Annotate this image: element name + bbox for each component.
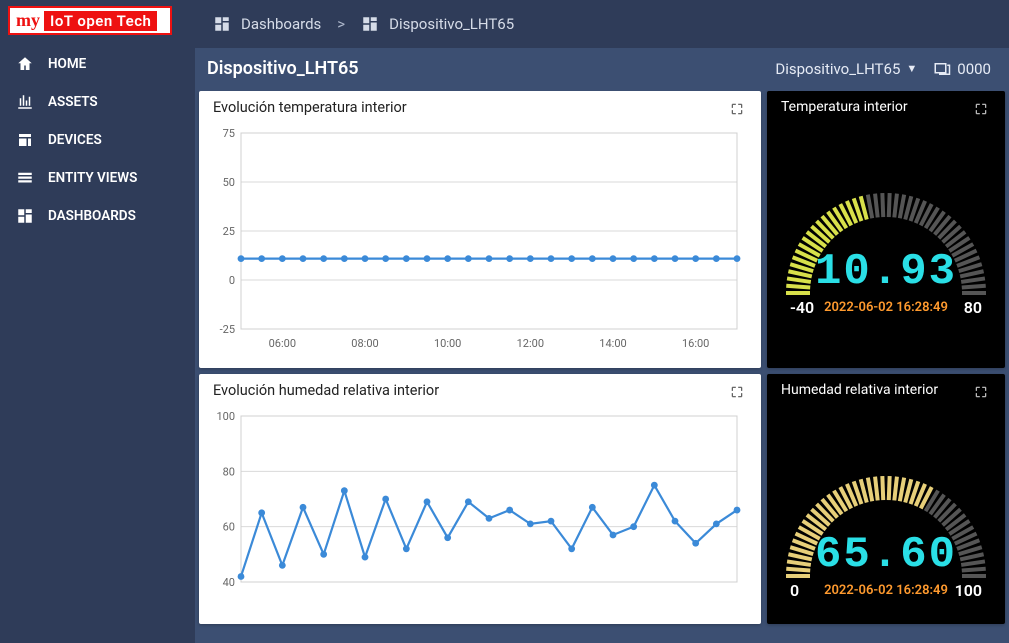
fullscreen-button[interactable] (971, 99, 991, 119)
chart-hum: 100 80 60 40 (199, 406, 761, 612)
chevron-down-icon: ▼ (906, 62, 917, 75)
home-icon (16, 55, 34, 73)
entity-selector[interactable]: Dispositivo_LHT65 ▼ (775, 60, 917, 78)
svg-text:75: 75 (223, 127, 235, 140)
svg-text:80: 80 (964, 298, 982, 317)
timewindow-icon (933, 60, 951, 78)
card-hum-gauge: Humedad relativa interior 65.60 2022-06-0… (767, 374, 1005, 624)
fullscreen-icon (730, 385, 744, 399)
title-bar: Dispositivo_LHT65 Dispositivo_LHT65 ▼ 00… (195, 48, 1009, 91)
dashboard-icon (361, 15, 379, 33)
main: Dashboards > Dispositivo_LHT65 Dispositi… (195, 0, 1009, 643)
svg-text:40: 40 (223, 576, 235, 589)
card-title: Temperatura interior (781, 99, 908, 115)
svg-text:2022-06-02 16:28:49: 2022-06-02 16:28:49 (824, 300, 948, 315)
svg-text:2022-06-02 16:28:49: 2022-06-02 16:28:49 (824, 583, 948, 598)
card-temp-gauge: Temperatura interior 10.93 2022-06-02 16:… (767, 91, 1005, 368)
breadcrumb-root[interactable]: Dashboards (213, 15, 321, 33)
sidebar-item-label: ENTITY VIEWS (48, 170, 137, 186)
svg-text:100: 100 (955, 581, 982, 600)
sidebar-item-assets[interactable]: ASSETS (0, 83, 195, 121)
sidebar-item-label: ASSETS (48, 94, 98, 110)
card-hum-chart: Evolución humedad relativa interior 100 8… (199, 374, 761, 624)
svg-text:60: 60 (223, 521, 235, 534)
svg-text:0: 0 (790, 581, 799, 600)
breadcrumb-bar: Dashboards > Dispositivo_LHT65 (195, 0, 1009, 48)
dashboard-content: Evolución temperatura interior 75 50 25 0 -2… (195, 91, 1009, 643)
logo-prefix: my (16, 10, 40, 31)
fullscreen-icon (974, 385, 988, 399)
sidebar-item-home[interactable]: HOME (0, 45, 195, 83)
svg-text:10.93: 10.93 (815, 247, 957, 297)
svg-text:-40: -40 (790, 298, 814, 317)
entity-views-icon (16, 169, 34, 187)
svg-text:06:00: 06:00 (269, 337, 296, 350)
fullscreen-icon (730, 102, 744, 116)
gauge-temp: 10.93 2022-06-02 16:28:49 -40 80 (767, 123, 1005, 368)
sidebar-item-label: HOME (48, 56, 86, 72)
fullscreen-icon (974, 102, 988, 116)
svg-text:10:00: 10:00 (434, 337, 461, 350)
gauge-hum: 65.60 2022-06-02 16:28:49 0 100 (767, 406, 1005, 624)
logo-text: IoT open Tech (44, 11, 157, 31)
svg-text:08:00: 08:00 (351, 337, 378, 350)
svg-text:25: 25 (223, 225, 235, 238)
svg-text:0: 0 (229, 274, 235, 287)
sidebar: my IoT open Tech HOME ASSETS DEVICES ENT… (0, 0, 195, 643)
sidebar-item-label: DEVICES (48, 132, 102, 148)
time-window-button[interactable]: 0000 (933, 60, 991, 78)
devices-icon (16, 131, 34, 149)
fullscreen-button[interactable] (971, 382, 991, 402)
svg-text:16:00: 16:00 (682, 337, 709, 350)
card-temp-chart: Evolución temperatura interior 75 50 25 0 -2… (199, 91, 761, 368)
breadcrumb-root-label: Dashboards (241, 15, 321, 33)
dashboards-icon (16, 207, 34, 225)
svg-text:14:00: 14:00 (599, 337, 626, 350)
svg-text:-25: -25 (220, 323, 235, 336)
breadcrumb-current-label: Dispositivo_LHT65 (389, 15, 514, 33)
svg-text:12:00: 12:00 (517, 337, 544, 350)
sidebar-item-entity-views[interactable]: ENTITY VIEWS (0, 159, 195, 197)
svg-text:65.60: 65.60 (815, 530, 957, 580)
sidebar-item-label: DASHBOARDS (48, 208, 136, 224)
sidebar-item-dashboards[interactable]: DASHBOARDS (0, 197, 195, 235)
card-title: Humedad relativa interior (781, 382, 938, 398)
card-title: Evolución humedad relativa interior (213, 382, 439, 399)
svg-text:100: 100 (216, 410, 235, 423)
dashboards-icon (213, 15, 231, 33)
sidebar-item-devices[interactable]: DEVICES (0, 121, 195, 159)
breadcrumb-separator: > (337, 15, 345, 33)
entity-selector-label: Dispositivo_LHT65 (775, 60, 900, 78)
logo[interactable]: my IoT open Tech (0, 0, 195, 45)
page-title: Dispositivo_LHT65 (207, 58, 359, 79)
time-window-text: 0000 (957, 60, 991, 78)
chart-temp: 75 50 25 0 -25 06:00 08:00 10:00 12:00 14:00 16:00 (199, 123, 761, 359)
fullscreen-button[interactable] (727, 99, 747, 119)
card-title: Evolución temperatura interior (213, 99, 407, 116)
assets-icon (16, 93, 34, 111)
svg-text:80: 80 (223, 465, 235, 478)
fullscreen-button[interactable] (727, 382, 747, 402)
svg-text:50: 50 (223, 176, 235, 189)
breadcrumb-current[interactable]: Dispositivo_LHT65 (361, 15, 514, 33)
